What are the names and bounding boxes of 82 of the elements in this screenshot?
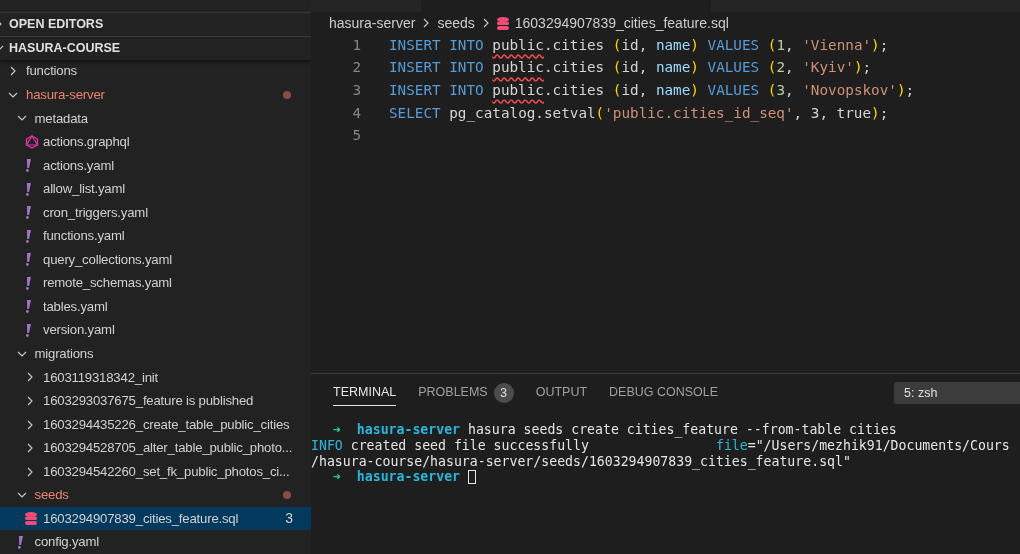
- file-row[interactable]: config.yaml: [0, 530, 311, 554]
- file-row[interactable]: tables.yaml: [0, 295, 311, 319]
- item-label: 1603294542260_set_fk_public_photos_ci...: [43, 462, 290, 481]
- folder-row[interactable]: hasura-server: [0, 83, 311, 107]
- file-row[interactable]: actions.graphql: [0, 130, 311, 154]
- exclamation-icon: [25, 323, 31, 337]
- terminal-line: ➜ hasura-server: [333, 469, 1020, 486]
- section-title: HASURA-COURSE: [9, 39, 121, 57]
- item-label: functions: [26, 62, 77, 81]
- exclamation-icon: [25, 182, 31, 196]
- file-row[interactable]: 1603294907839_cities_feature.sql 3: [0, 506, 311, 531]
- code-line: INSERT INTO public.cities (id, name) VALUES (2, 'Kyiv');: [389, 58, 872, 78]
- line-number: 4: [351, 103, 361, 123]
- breadcrumb-item[interactable]: seeds: [437, 12, 475, 34]
- item-label: actions.graphql: [43, 133, 130, 152]
- file-row[interactable]: actions.yaml: [0, 153, 311, 178]
- item-label: remote_schemas.yaml: [43, 274, 172, 293]
- exclamation-icon: [25, 300, 31, 314]
- database-icon: [25, 512, 37, 526]
- panel-tab[interactable]: TERMINAL: [333, 380, 397, 406]
- folder-row[interactable]: migrations: [0, 342, 311, 366]
- file-row[interactable]: remote_schemas.yaml: [0, 271, 311, 295]
- folder-row[interactable]: 1603294435226_create_table_public_cities: [0, 412, 311, 437]
- exclamation-icon: [16, 535, 23, 549]
- breadcrumb-item[interactable]: hasura-server: [329, 12, 416, 34]
- item-label: query_collections.yaml: [43, 250, 172, 269]
- folder-row[interactable]: metadata: [0, 106, 311, 131]
- exclamation-icon: [25, 276, 31, 290]
- graphql-icon: [25, 134, 39, 149]
- breadcrumb-item[interactable]: 1603294907839_cities_feature.sql: [514, 12, 729, 34]
- item-label: 1603294907839_cities_feature.sql: [43, 509, 239, 528]
- line-number: 1: [351, 35, 361, 55]
- count-badge: 3: [493, 382, 514, 403]
- item-label: allow_list.yaml: [43, 180, 125, 199]
- item-label: actions.yaml: [43, 156, 114, 175]
- exclamation-icon: [25, 206, 31, 220]
- item-label: version.yaml: [43, 321, 115, 340]
- folder-row[interactable]: 1603293037675_feature is published: [0, 389, 311, 413]
- line-number: 3: [351, 81, 361, 100]
- item-label: 1603294435226_create_table_public_cities: [43, 415, 290, 434]
- exclamation-icon: [25, 159, 31, 172]
- item-label: hasura-server: [26, 85, 105, 104]
- exclamation-icon: [25, 253, 31, 267]
- file-row[interactable]: version.yaml: [0, 318, 311, 343]
- folder-row[interactable]: 1603294542260_set_fk_public_photos_ci...: [0, 459, 311, 484]
- line-number: 5: [351, 126, 361, 146]
- code-line: INSERT INTO public.cities (id, name) VALUES (3, 'Novopskov');: [389, 81, 915, 100]
- folder-row[interactable]: functions: [0, 59, 311, 84]
- section-title: OPEN EDITORS: [9, 16, 104, 33]
- item-label: 1603294528705_alter_table_public_photo...: [43, 439, 293, 458]
- problem-count: 3: [285, 509, 293, 529]
- folder-row[interactable]: 1603119318342_init: [0, 365, 311, 390]
- code-line: INSERT INTO public.cities (id, name) VALUES (1, 'Vienna');: [389, 35, 889, 55]
- file-row[interactable]: cron_triggers.yaml: [0, 200, 311, 225]
- exclamation-icon: [25, 229, 31, 243]
- line-number: 2: [351, 58, 361, 78]
- panel-tab[interactable]: PROBLEMS 3: [418, 380, 514, 406]
- panel-tab[interactable]: DEBUG CONSOLE: [609, 380, 719, 406]
- section-header[interactable]: OPEN EDITORS: [0, 12, 311, 36]
- item-label: migrations: [34, 344, 94, 363]
- file-row[interactable]: query_collections.yaml: [0, 247, 311, 272]
- code-line: SELECT pg_catalog.setval('public.cities_id_seq', 3, true);: [389, 103, 889, 124]
- folder-row[interactable]: 1603294528705_alter_table_public_photo...: [0, 436, 311, 460]
- item-label: metadata: [34, 109, 88, 128]
- terminal-cursor: [468, 470, 477, 485]
- item-label: functions.yaml: [43, 227, 125, 246]
- database-icon: [496, 16, 509, 30]
- file-row[interactable]: allow_list.yaml: [0, 177, 311, 201]
- item-label: tables.yaml: [43, 297, 108, 316]
- item-label: 1603293037675_feature is published: [43, 392, 254, 411]
- folder-row[interactable]: seeds: [0, 483, 311, 507]
- section-header[interactable]: HASURA-COURSE: [0, 35, 311, 60]
- item-label: seeds: [34, 486, 69, 505]
- terminal-select[interactable]: 5: zsh: [894, 382, 1020, 404]
- item-label: config.yaml: [34, 533, 99, 552]
- terminal-line: INFO created seed file successfully file="/Users/mezhik91/Documents/Cours: [311, 437, 1011, 454]
- terminal-line: /hasura-course/hasura-server/seeds/1603294907839_cities_feature.sql": [311, 453, 852, 470]
- item-label: 1603119318342_init: [43, 368, 158, 387]
- item-label: cron_triggers.yaml: [43, 203, 148, 222]
- file-row[interactable]: functions.yaml: [0, 224, 311, 248]
- panel-tab[interactable]: OUTPUT: [535, 380, 588, 406]
- terminal-line: ➜ hasura-server hasura seeds create cities_feature --from-table cities: [333, 422, 898, 438]
